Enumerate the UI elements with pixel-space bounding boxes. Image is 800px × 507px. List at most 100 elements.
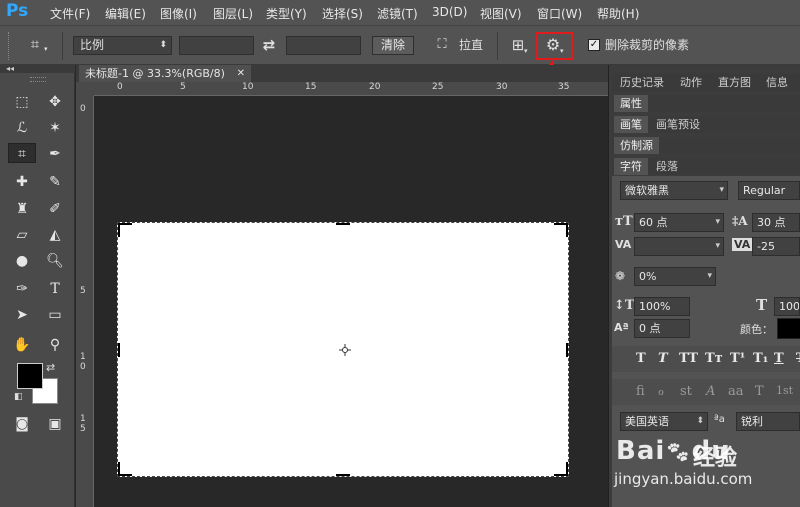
tab-paragraph[interactable]: 段落 bbox=[650, 158, 684, 175]
eraser-tool-icon[interactable]: ▱ bbox=[11, 225, 33, 245]
leading-field[interactable]: 30 点 bbox=[752, 213, 800, 232]
crop-canvas[interactable] bbox=[117, 222, 569, 477]
tab-info[interactable]: 信息 bbox=[760, 74, 794, 91]
straighten-label[interactable]: 拉直 bbox=[459, 36, 483, 54]
horizontal-scale-field[interactable]: 100% bbox=[774, 297, 800, 316]
menu-filter[interactable]: 滤镜(T) bbox=[377, 5, 418, 22]
history-brush-tool-icon[interactable]: ✐ bbox=[44, 199, 66, 219]
faux-bold-icon[interactable]: T bbox=[636, 351, 646, 366]
tab-character[interactable]: 字符 bbox=[614, 158, 648, 175]
pen-tool-icon[interactable]: ✑ bbox=[11, 279, 33, 299]
tab-clone-source[interactable]: 仿制源 bbox=[614, 137, 659, 154]
foreground-color-swatch[interactable] bbox=[17, 363, 43, 389]
menu-image[interactable]: 图像(I) bbox=[160, 5, 197, 22]
underline-icon[interactable]: T bbox=[774, 351, 784, 366]
stylistic-alternates-icon[interactable]: aa bbox=[728, 384, 744, 399]
default-colors-icon[interactable]: ◧ bbox=[14, 392, 23, 402]
text-color-swatch[interactable] bbox=[777, 318, 800, 339]
document-tab[interactable]: 未标题-1 @ 33.3%(RGB/8) ✕ bbox=[79, 65, 251, 82]
ruler-horizontal[interactable]: 0 5 10 15 20 25 30 35 bbox=[94, 82, 608, 96]
swash-icon[interactable]: A bbox=[706, 384, 715, 399]
tab-actions[interactable]: 动作 bbox=[674, 74, 708, 91]
language-select[interactable]: 美国英语 ⬍ bbox=[620, 412, 708, 431]
tracking-field[interactable]: -25 bbox=[752, 237, 800, 256]
alternate-ligatures-icon[interactable]: ℴ bbox=[658, 384, 664, 399]
vertical-scale-icon: ↕T bbox=[614, 298, 635, 313]
close-icon[interactable]: ✕ bbox=[237, 65, 245, 82]
height-field[interactable] bbox=[286, 36, 361, 55]
ordinals-icon[interactable]: 1st bbox=[776, 384, 793, 397]
paint-bucket-tool-icon[interactable]: ◭ bbox=[44, 225, 66, 245]
type-tool-icon[interactable]: T bbox=[44, 279, 66, 299]
magic-wand-tool-icon[interactable]: ✶ bbox=[44, 118, 66, 138]
menu-select[interactable]: 选择(S) bbox=[322, 5, 363, 22]
swap-icon[interactable]: ⇄ bbox=[260, 36, 278, 54]
language-value: 美国英语 bbox=[625, 415, 669, 428]
font-style-value: Regular bbox=[743, 184, 786, 197]
ligatures-icon[interactable]: ﬁ bbox=[636, 384, 645, 399]
menu-window[interactable]: 窗口(W) bbox=[537, 5, 582, 22]
marquee-tool-icon[interactable]: ⬚ bbox=[11, 92, 33, 112]
ruler-corner[interactable] bbox=[76, 82, 94, 96]
move-tool-icon[interactable]: ✥ bbox=[44, 92, 66, 112]
anti-alias-select[interactable]: 锐利 bbox=[736, 412, 800, 431]
tools-grip[interactable] bbox=[30, 77, 46, 82]
crop-tool-icon[interactable]: ⌗ bbox=[8, 143, 36, 163]
baseline-shift-field[interactable]: 0 点 bbox=[634, 319, 690, 338]
strikethrough-icon[interactable]: T bbox=[796, 351, 800, 366]
menu-layer[interactable]: 图层(L) bbox=[213, 5, 253, 22]
quick-mask-icon[interactable]: ◙ bbox=[11, 414, 33, 434]
level-icon[interactable]: ⛶ bbox=[432, 36, 452, 54]
font-family-value: 微软雅黑 bbox=[625, 184, 669, 197]
tsume-field[interactable]: 0% ▾ bbox=[634, 267, 716, 286]
menu-help[interactable]: 帮助(H) bbox=[597, 5, 639, 22]
menu-view[interactable]: 视图(V) bbox=[480, 5, 522, 22]
subscript-icon[interactable]: T₁ bbox=[753, 351, 768, 366]
clone-stamp-tool-icon[interactable]: ♜ bbox=[11, 199, 33, 219]
vertical-scale-field[interactable]: 100% bbox=[634, 297, 690, 316]
tab-properties[interactable]: 属性 bbox=[614, 95, 648, 112]
crop-handles[interactable] bbox=[118, 223, 568, 476]
width-field[interactable] bbox=[179, 36, 254, 55]
options-grip[interactable] bbox=[8, 32, 13, 60]
menu-3d[interactable]: 3D(D) bbox=[432, 5, 467, 19]
font-size-field[interactable]: 60 点 ▾ bbox=[634, 213, 724, 232]
ruler-vertical[interactable]: 0 5 1 0 1 5 bbox=[76, 96, 94, 507]
watermark-jingyan: 经验 bbox=[693, 446, 738, 471]
ratio-select[interactable]: 比例 ⬍ bbox=[73, 36, 172, 55]
hand-tool-icon[interactable]: ✋ bbox=[11, 335, 33, 355]
delete-cropped-checkbox[interactable]: ✓ bbox=[588, 39, 600, 51]
zoom-tool-icon[interactable]: ⚲ bbox=[44, 335, 66, 355]
lasso-tool-icon[interactable]: ℒ bbox=[11, 118, 33, 138]
all-caps-icon[interactable]: TT bbox=[679, 351, 698, 366]
menu-file[interactable]: 文件(F) bbox=[50, 5, 90, 22]
blur-tool-icon[interactable]: ● bbox=[11, 251, 33, 271]
faux-styles-row: T T TT Tт T¹ T₁ T T bbox=[612, 346, 800, 372]
font-style-select[interactable]: Regular bbox=[738, 181, 800, 200]
clear-button[interactable]: 清除 bbox=[372, 36, 414, 55]
path-selection-tool-icon[interactable]: ➤ bbox=[11, 305, 33, 325]
tab-brush-presets[interactable]: 画笔预设 bbox=[650, 116, 706, 133]
crop-tool-preset-icon[interactable]: ⌗ bbox=[24, 35, 46, 53]
delete-cropped-label[interactable]: 删除裁剪的像素 bbox=[605, 36, 689, 54]
kerning-field[interactable]: ▾ bbox=[634, 237, 724, 256]
swap-colors-icon[interactable]: ⇄ bbox=[46, 361, 55, 374]
titling-alternates-icon[interactable]: T bbox=[755, 384, 764, 399]
rectangle-tool-icon[interactable]: ▭ bbox=[44, 305, 66, 325]
superscript-icon[interactable]: T¹ bbox=[730, 351, 745, 366]
font-family-select[interactable]: 微软雅黑 ▾ bbox=[620, 181, 728, 200]
tools-collapse-icon[interactable]: ◂◂ bbox=[0, 65, 75, 73]
tab-brush[interactable]: 画笔 bbox=[614, 116, 648, 133]
screen-mode-icon[interactable]: ▣ bbox=[44, 414, 66, 434]
dodge-tool-icon[interactable]: 🔍︎ bbox=[44, 251, 66, 271]
small-caps-icon[interactable]: Tт bbox=[705, 351, 723, 366]
healing-brush-tool-icon[interactable]: ✚ bbox=[11, 172, 33, 192]
eyedropper-tool-icon[interactable]: ✒ bbox=[44, 144, 66, 164]
menu-edit[interactable]: 编辑(E) bbox=[105, 5, 146, 22]
tab-histogram[interactable]: 直方图 bbox=[712, 74, 757, 91]
faux-italic-icon[interactable]: T bbox=[658, 351, 668, 366]
tab-history[interactable]: 历史记录 bbox=[614, 74, 670, 91]
menu-type[interactable]: 类型(Y) bbox=[266, 5, 307, 22]
discretionary-ligatures-icon[interactable]: st bbox=[680, 384, 692, 399]
brush-tool-icon[interactable]: ✎ bbox=[44, 172, 66, 192]
